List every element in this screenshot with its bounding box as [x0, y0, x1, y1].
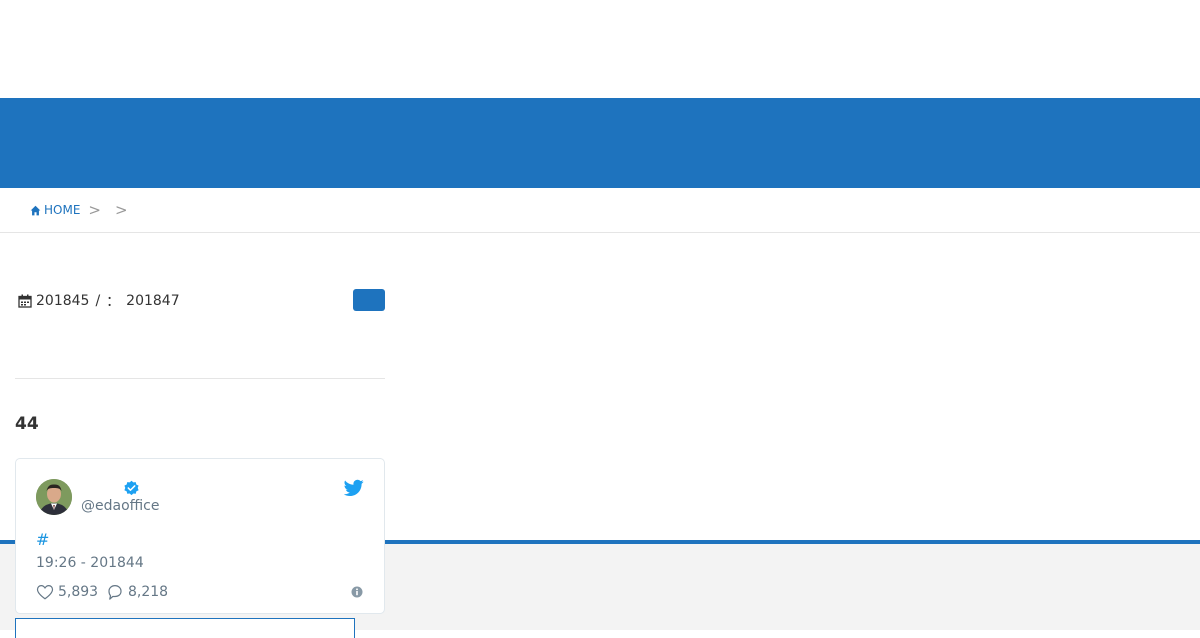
breadcrumb: HOME > > [0, 188, 1200, 233]
published-date: 201845 [36, 293, 90, 309]
content-divider [15, 378, 385, 379]
breadcrumb-home-label: HOME [44, 203, 81, 217]
next-embedded-card[interactable] [15, 618, 355, 638]
speech-bubble-icon [108, 585, 122, 600]
calendar-icon [18, 294, 32, 308]
updated-date: 201847 [126, 293, 180, 309]
category-button[interactable] [353, 289, 385, 311]
reply-button[interactable]: 8,218 [106, 583, 168, 601]
breadcrumb-separator: > [114, 201, 128, 219]
avatar[interactable] [36, 479, 72, 515]
home-icon [30, 205, 41, 215]
breadcrumb-separator: > [88, 201, 101, 219]
embedded-tweet[interactable]: @edaoffice # 19:26 - 201844 5,893 8,218 [15, 458, 385, 614]
site-header [0, 0, 1200, 98]
like-button[interactable]: 5,893 [36, 583, 98, 601]
section-heading: 44 [15, 414, 39, 434]
heart-icon [36, 585, 54, 600]
updated-label: ： [106, 294, 121, 310]
tweet-handle[interactable]: @edaoffice [81, 498, 160, 514]
like-count: 5,893 [58, 584, 99, 600]
info-icon[interactable] [351, 586, 363, 598]
tweet-hashtag-link[interactable]: # [36, 530, 49, 549]
reply-count: 8,218 [128, 584, 169, 600]
breadcrumb-home-link[interactable]: HOME [30, 203, 80, 217]
page-hero-banner [0, 98, 1200, 188]
twitter-bird-icon[interactable] [344, 479, 364, 497]
post-meta: 201845 / ： 201847 [18, 290, 385, 312]
verified-badge-icon [124, 480, 139, 496]
date-separator: / [95, 293, 101, 309]
tweet-timestamp[interactable]: 19:26 - 201844 [36, 555, 144, 571]
